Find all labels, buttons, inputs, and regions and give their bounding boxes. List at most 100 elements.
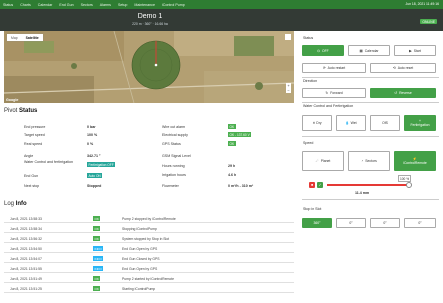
end-pressure-value: 0 bar — [87, 125, 96, 129]
hours-running-value: 29 h — [228, 164, 236, 168]
off-button-label: OFF — [321, 48, 329, 53]
log-tag: INFO — [93, 256, 104, 262]
log-message: Pump 2 stopped by iControlRemote — [122, 216, 176, 221]
stop-speed-icon[interactable]: ■ — [309, 182, 315, 188]
tab-map[interactable]: Map — [7, 34, 22, 41]
satellite-map[interactable]: Map Satellite + − Google — [4, 31, 294, 103]
speed-value: 11.4 mm — [355, 191, 370, 195]
nav-maintenance[interactable]: Maintenance — [134, 3, 155, 7]
zoom-controls: + − — [286, 83, 291, 93]
log-row: Jun 8, 2021 13:54:50 INFO End Gun Open b… — [4, 244, 294, 253]
reverse-icon: ↺ — [394, 91, 398, 95]
log-message: System stopped by Stop in Slot — [122, 236, 170, 241]
zoom-out-icon[interactable]: − — [286, 88, 291, 93]
tab-satellite[interactable]: Satellite — [22, 34, 43, 41]
map-imagery — [4, 31, 294, 103]
page-subtitle: 220 m · 360° · 16.66 ha — [132, 22, 168, 26]
wire-cut-badge: OK — [228, 124, 236, 129]
auto-reset-button[interactable]: ⟲ Auto reset — [370, 63, 436, 73]
calendar-button[interactable]: ▦ Calendar — [348, 45, 390, 56]
nav-calendar[interactable]: Calendar — [38, 3, 53, 7]
pivot-header: Demo 1 220 m · 360° · 16.66 ha ONLINE — [0, 9, 443, 31]
dry-button[interactable]: ✕ Dry — [302, 115, 332, 131]
reverse-button[interactable]: ↺ Reverse — [370, 88, 436, 98]
end-gun-badge: Auto ON — [87, 173, 103, 178]
speed-slider-handle[interactable] — [406, 182, 412, 188]
gps-status-label: GPS Status — [162, 142, 181, 146]
log-row: Jun 8, 2021 13:51:49 OK Pump 2 started b… — [4, 274, 294, 283]
log-date: Jun 8, 2021 13:51:49 — [10, 276, 42, 281]
icontrol-remote-button[interactable]: ⚡ iControlRemote — [394, 151, 436, 171]
stop-slot-4[interactable]: 0° — [404, 218, 436, 228]
log-tag: OK — [93, 226, 101, 232]
nav-status[interactable]: Status — [3, 3, 13, 7]
log-row: Jun 8, 2021 13:51:25 OK Starting iContro… — [4, 284, 294, 293]
nav-charts[interactable]: Charts — [20, 3, 31, 7]
speed-slider-fill — [327, 184, 409, 186]
speed-percent-badge: 100 % — [398, 175, 412, 182]
flowmeter-label: Flowmeter — [162, 184, 179, 188]
online-badge: ONLINE — [420, 19, 437, 24]
nav-sectors[interactable]: Sectors — [81, 3, 93, 7]
nav-icontrol-pump[interactable]: iControl Pump — [162, 3, 185, 7]
apply-speed-icon[interactable]: ✓ — [317, 182, 323, 188]
water-control-label: Water Control and fertirrigation — [24, 160, 74, 164]
direction-label: Direction — [303, 79, 318, 83]
page-title: Demo 1 — [137, 13, 163, 20]
icontrol-remote-label: iControlRemote — [403, 161, 427, 165]
log-tag: OK — [93, 236, 101, 242]
angle-label: Angle — [24, 154, 34, 158]
top-nav: Status Charts Calendar End Gun Sectors A… — [0, 0, 443, 9]
power-icon: ⏻ — [317, 48, 320, 53]
log-tag: INFO — [93, 266, 104, 272]
nav-alarms[interactable]: Alarms — [100, 3, 111, 7]
log-message: Starting iControlPump — [122, 286, 156, 291]
next-stop-value: Stopped — [87, 184, 102, 188]
log-tag: OK — [93, 216, 101, 222]
ofs-button[interactable]: OfS — [370, 115, 400, 131]
log-row: Jun 8, 2021 13:58:33 OK Pump 2 stopped b… — [4, 214, 294, 223]
sectors-button[interactable]: ◔ Sectors — [348, 151, 390, 171]
stop-slot-2[interactable]: 0° — [336, 218, 366, 228]
fertirrigation-button[interactable]: + Fertirrigation — [404, 115, 436, 131]
speed-label: Speed — [303, 141, 314, 145]
log-info-title-bold: Info — [15, 201, 27, 207]
datetime: Jun 18, 2021 11:49:16 — [405, 2, 440, 6]
gps-status-badge: OK — [228, 141, 236, 146]
next-stop-label: Next stop — [24, 184, 40, 188]
play-icon: ▶ — [409, 48, 412, 53]
log-date: Jun 8, 2021 13:58:33 — [10, 216, 42, 221]
calendar-icon: ▦ — [359, 48, 363, 53]
log-date: Jun 8, 2021 13:51:55 — [10, 266, 42, 271]
log-tag: OK — [93, 286, 101, 292]
speed-slider[interactable] — [327, 182, 412, 188]
wet-button[interactable]: 💧 Wet — [336, 115, 366, 131]
calendar-button-label: Calendar — [364, 48, 379, 53]
log-date: Jun 8, 2021 13:56:32 — [10, 236, 42, 241]
log-row: Jun 8, 2021 13:56:32 OK System stopped b… — [4, 234, 294, 243]
nav-end-gun[interactable]: End Gun — [59, 3, 73, 7]
restart-icon: ⟳ — [322, 66, 326, 70]
off-button[interactable]: ⏻ OFF — [302, 45, 344, 56]
reverse-label: Reverse — [399, 91, 412, 95]
log-row: Jun 8, 2021 13:58:34 OK Stopping iContro… — [4, 224, 294, 233]
start-button[interactable]: ▶ Start — [394, 45, 436, 56]
auto-restart-button[interactable]: ⟳ Auto restart — [302, 63, 366, 73]
map-type-tabs: Map Satellite — [7, 34, 43, 41]
wire-cut-label: Wire cut alarm — [162, 125, 186, 129]
stop-slot-1[interactable]: 360° — [302, 218, 332, 228]
irrigation-hours-label: Irrigation hours — [162, 173, 186, 177]
stop-slot-3[interactable]: 0° — [370, 218, 400, 228]
forward-button[interactable]: ↻ Forward — [302, 88, 366, 98]
planet-label: Planet — [320, 159, 331, 163]
pivot-status-title-bold: Status — [19, 108, 38, 114]
nav-setup[interactable]: Setup — [118, 3, 127, 7]
fertirrigation-badge: Fertirrigation OFF — [87, 162, 116, 167]
target-speed-label: Target speed — [24, 133, 45, 137]
fullscreen-icon[interactable] — [285, 34, 291, 40]
log-message: Stopping iControlPump — [122, 226, 157, 231]
log-message: Pump 2 started by iControlRemote — [122, 276, 175, 281]
planet-icon: ☄ — [315, 159, 319, 163]
start-button-label: Start — [413, 48, 421, 53]
planet-button[interactable]: ☄ Planet — [302, 151, 344, 171]
